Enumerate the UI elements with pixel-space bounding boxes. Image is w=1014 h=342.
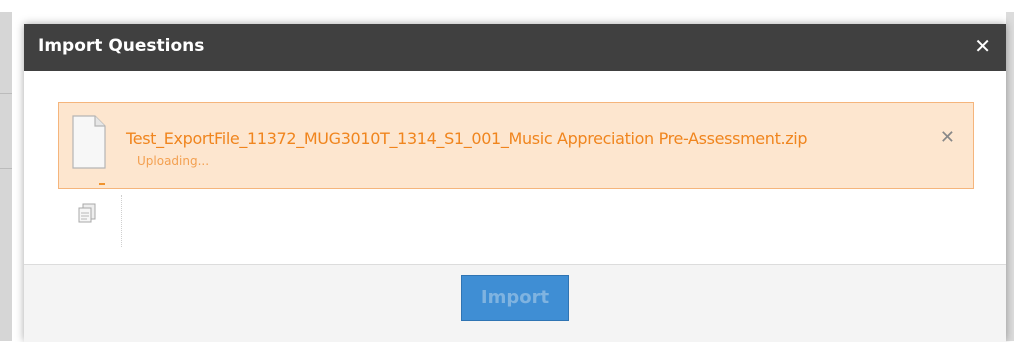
import-file-icon[interactable]	[76, 201, 98, 223]
upload-file-name: Test_ExportFile_11372_MUG3010T_1314_S1_0…	[126, 129, 808, 148]
import-questions-dialog: Import Questions ✕ Test_ExportFile_11372…	[24, 24, 1006, 342]
dialog-title: Import Questions	[38, 36, 205, 56]
upload-status: Uploading...	[137, 154, 210, 168]
document-icon	[71, 115, 107, 185]
dialog-header: Import Questions ✕	[24, 24, 1006, 71]
background-right-edge	[1006, 12, 1014, 341]
background-divider	[0, 93, 12, 94]
background-divider	[0, 168, 12, 169]
toolbar-divider	[121, 195, 122, 247]
dialog-footer: Import	[24, 264, 1006, 342]
dialog-body: Test_ExportFile_11372_MUG3010T_1314_S1_0…	[24, 71, 1006, 264]
upload-file-item: Test_ExportFile_11372_MUG3010T_1314_S1_0…	[58, 102, 974, 189]
import-button[interactable]: Import	[461, 275, 569, 321]
remove-file-icon[interactable]: ✕	[940, 127, 955, 148]
close-icon[interactable]: ✕	[974, 34, 991, 58]
background-left-edge	[0, 12, 12, 341]
upload-progress-indicator	[99, 183, 105, 185]
